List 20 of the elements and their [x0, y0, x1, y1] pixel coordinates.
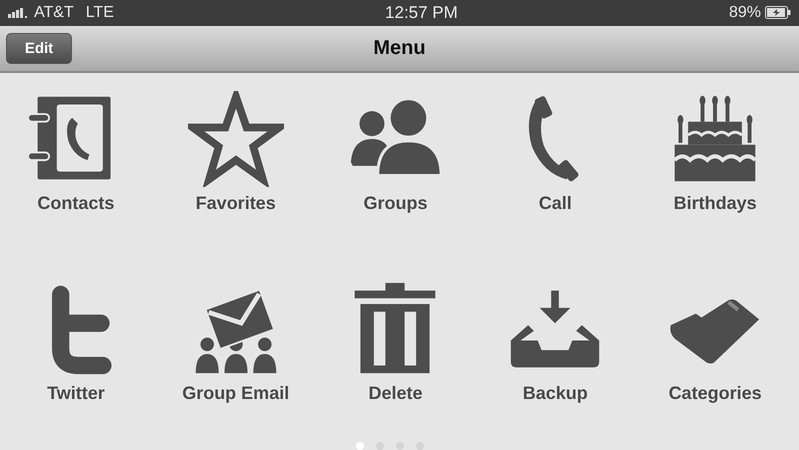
- menu-item-label: Group Email: [182, 383, 290, 404]
- network-type: LTE: [86, 4, 114, 22]
- edit-button[interactable]: Edit: [6, 32, 72, 64]
- carrier-name: AT&T: [34, 4, 74, 22]
- menu-item-label: Birthdays: [674, 193, 757, 215]
- star-icon[interactable]: [188, 91, 284, 187]
- battery-percent: 89%: [728, 4, 761, 22]
- menu-item-label: Contacts: [37, 193, 114, 215]
- menu-item-label: Groups: [363, 193, 428, 215]
- nav-title: Menu: [373, 36, 426, 60]
- menu-item-label: Favorites: [196, 193, 276, 215]
- signal-icon: [8, 8, 30, 18]
- status-time: 12:57 PM: [385, 2, 458, 23]
- menu-item-label: Delete: [368, 383, 422, 404]
- menu-item-label: Backup: [522, 383, 588, 404]
- page-dot[interactable]: [356, 442, 364, 450]
- menu-item-label: Categories: [668, 383, 762, 404]
- menu-item-label: Call: [538, 193, 572, 215]
- menu-item-label: Twitter: [47, 383, 105, 404]
- battery-icon: [765, 6, 791, 20]
